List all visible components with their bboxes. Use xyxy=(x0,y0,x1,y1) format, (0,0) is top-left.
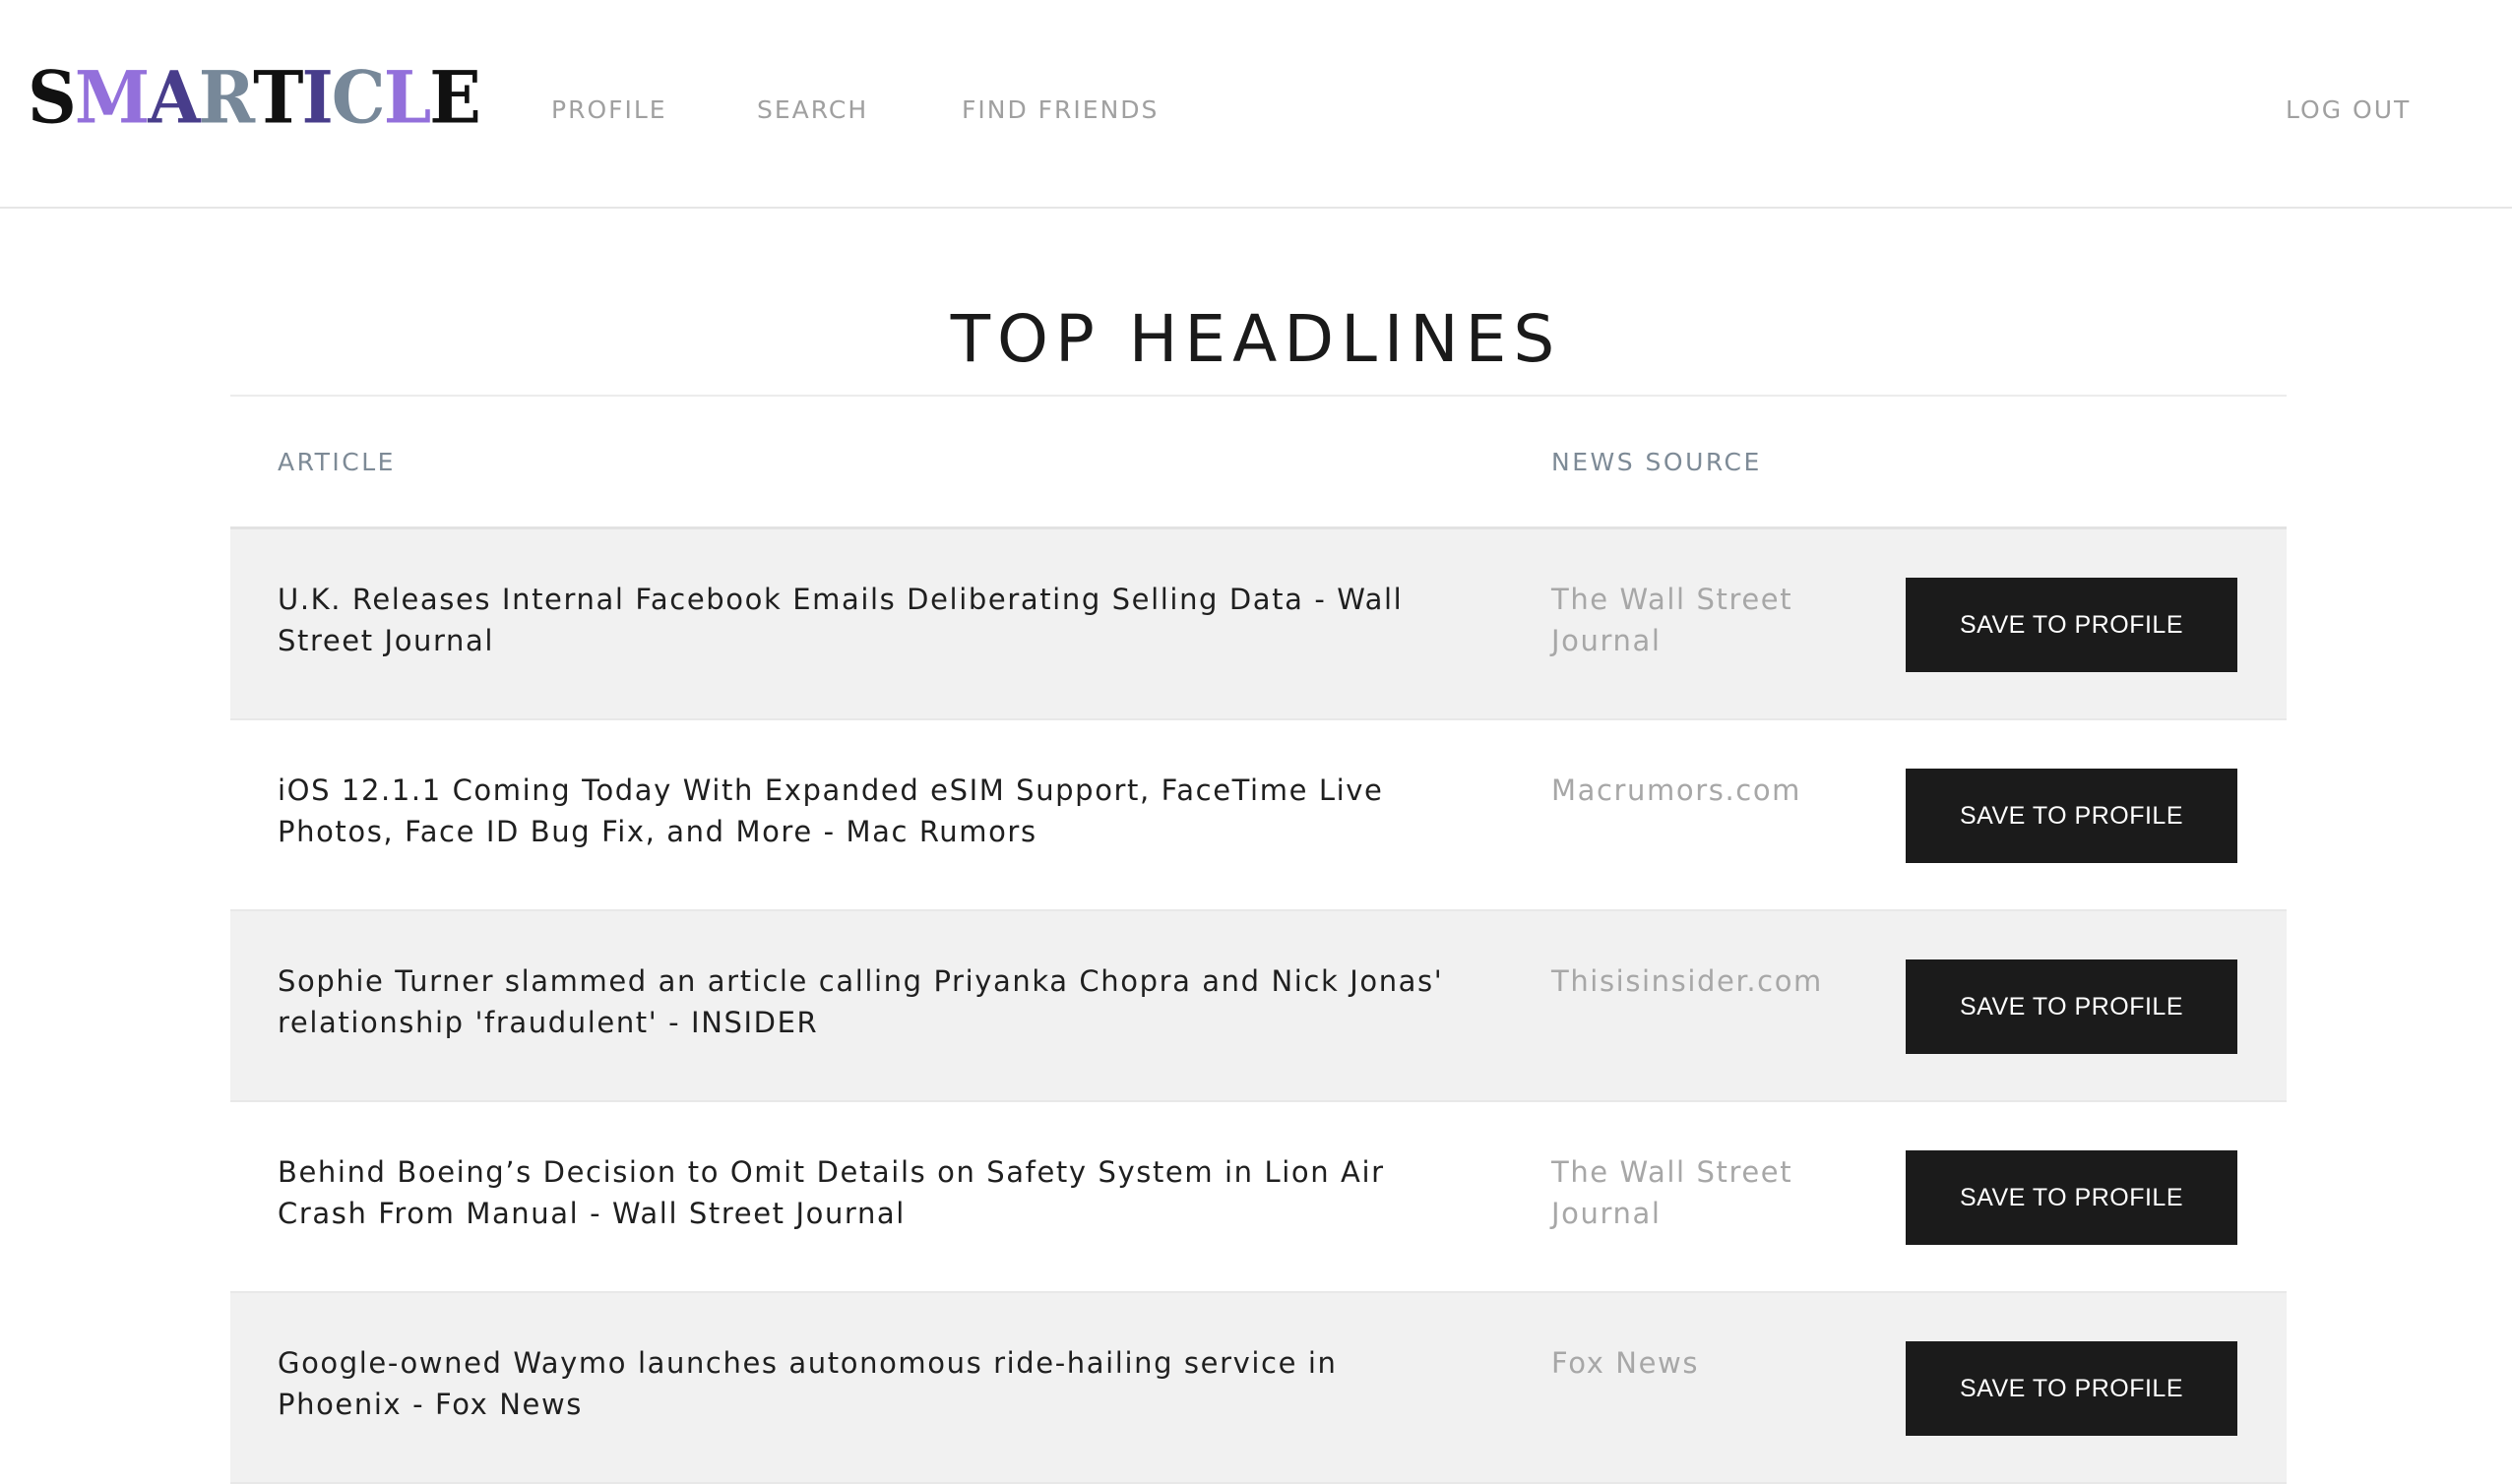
logo-letter: L xyxy=(383,55,431,141)
smarticle-logo[interactable]: SMARTICLE xyxy=(28,55,481,141)
table-row: iOS 12.1.1 Coming Today With Expanded eS… xyxy=(230,720,2287,911)
top-navbar: SMARTICLE PROFILE SEARCH FIND FRIENDS LO… xyxy=(0,0,2512,209)
save-to-profile-button[interactable]: SAVE TO PROFILE xyxy=(1906,959,2237,1054)
news-source: The Wall Street Journal xyxy=(1551,1155,1793,1230)
logo-letter: S xyxy=(28,55,77,141)
article-headline[interactable]: iOS 12.1.1 Coming Today With Expanded eS… xyxy=(278,770,1469,852)
nav-profile-link[interactable]: PROFILE xyxy=(551,95,667,125)
article-headline[interactable]: U.K. Releases Internal Facebook Emails D… xyxy=(278,579,1469,661)
save-to-profile-button[interactable]: SAVE TO PROFILE xyxy=(1906,769,2237,863)
logo-letter: A xyxy=(148,55,201,141)
nav-log-out-link[interactable]: LOG OUT xyxy=(2286,95,2411,125)
article-headline[interactable]: Behind Boeing’s Decision to Omit Details… xyxy=(278,1151,1469,1234)
news-source: The Wall Street Journal xyxy=(1551,583,1793,657)
page-title: TOP HEADLINES xyxy=(950,301,1562,377)
table-row: Google-owned Waymo launches autonomous r… xyxy=(230,1293,2287,1484)
news-source: Thisisinsider.com xyxy=(1551,964,1823,998)
nav-search-link[interactable]: SEARCH xyxy=(757,95,868,125)
table-row: U.K. Releases Internal Facebook Emails D… xyxy=(230,529,2287,720)
nav-find-friends-link[interactable]: FIND FRIENDS xyxy=(962,95,1159,125)
article-headline[interactable]: Google-owned Waymo launches autonomous r… xyxy=(278,1342,1469,1425)
logo-letter: M xyxy=(74,55,150,141)
logo-letter: E xyxy=(429,55,481,141)
logo-letter: I xyxy=(301,55,333,141)
table-row: Behind Boeing’s Decision to Omit Details… xyxy=(230,1102,2287,1293)
logo-letter: C xyxy=(331,55,386,141)
save-to-profile-button[interactable]: SAVE TO PROFILE xyxy=(1906,1150,2237,1245)
news-source: Fox News xyxy=(1551,1346,1700,1380)
table-header: ARTICLE NEWS SOURCE xyxy=(230,397,2287,529)
headlines-table: ARTICLE NEWS SOURCE U.K. Releases Intern… xyxy=(230,397,2287,1484)
column-header-news-source: NEWS SOURCE xyxy=(1551,448,1762,476)
news-source: Macrumors.com xyxy=(1551,773,1802,807)
column-header-article: ARTICLE xyxy=(278,448,396,476)
logo-letter: T xyxy=(253,55,303,141)
table-row: Sophie Turner slammed an article calling… xyxy=(230,911,2287,1102)
save-to-profile-button[interactable]: SAVE TO PROFILE xyxy=(1906,578,2237,672)
logo-letter: R xyxy=(198,55,255,141)
article-headline[interactable]: Sophie Turner slammed an article calling… xyxy=(278,960,1469,1043)
save-to-profile-button[interactable]: SAVE TO PROFILE xyxy=(1906,1341,2237,1436)
